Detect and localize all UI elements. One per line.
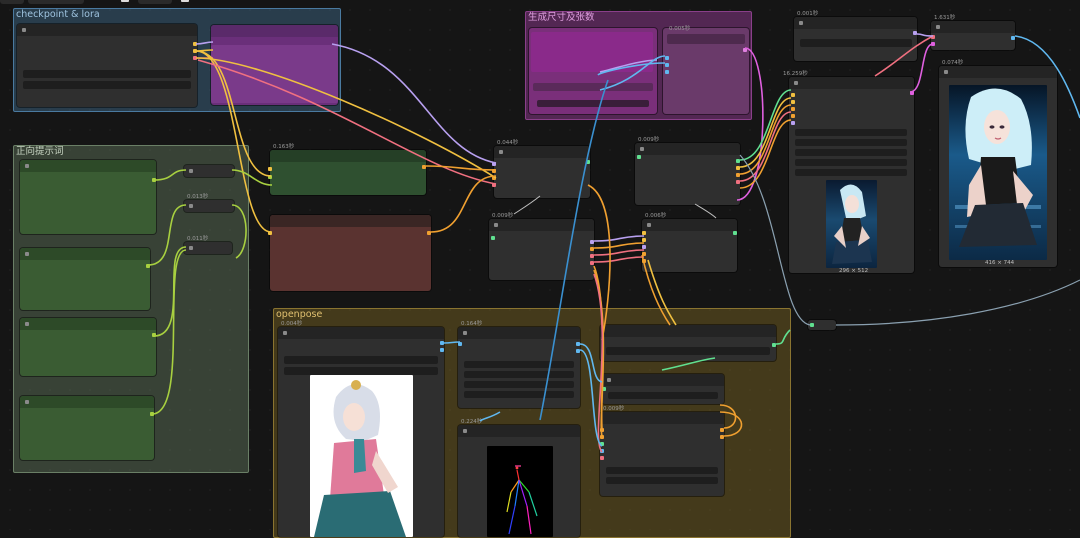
- node-graph-canvas[interactable]: checkpoint & lora 正向提示词 生成尺寸及张数 openpose: [0, 0, 1080, 538]
- connection-wires: [147, 33, 1080, 453]
